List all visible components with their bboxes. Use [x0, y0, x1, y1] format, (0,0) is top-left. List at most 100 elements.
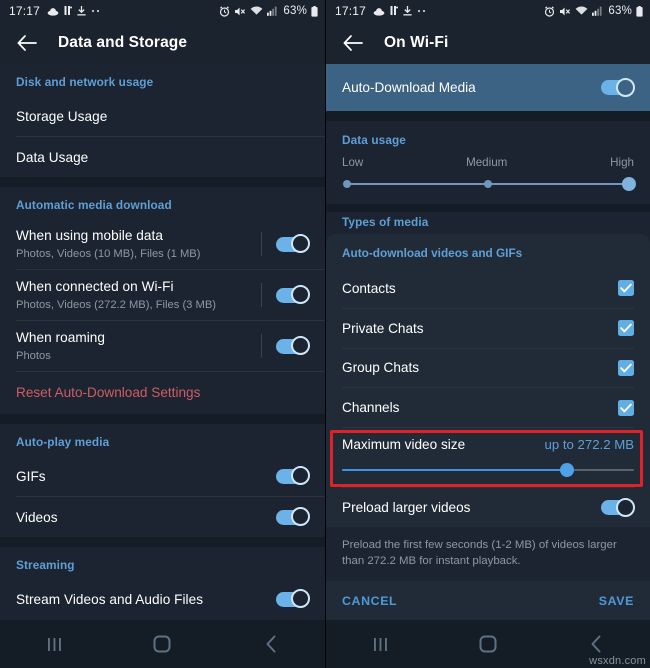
- slider-thumb-high[interactable]: [622, 176, 637, 191]
- toggle-knob: [616, 497, 635, 517]
- slider-tick-medium[interactable]: [484, 179, 492, 188]
- toggle-divider: [261, 334, 262, 358]
- signal-icon: [592, 6, 603, 16]
- row-videos[interactable]: Videos: [0, 497, 325, 537]
- checkbox-channels[interactable]: [618, 399, 634, 416]
- row-stream-videos-audio[interactable]: Stream Videos and Audio Files: [0, 579, 325, 619]
- toggle-mobile-data[interactable]: [276, 234, 310, 253]
- nav-back-icon[interactable]: [241, 627, 301, 661]
- maximum-video-size-row[interactable]: Maximum video size up to 272.2 MB: [326, 428, 650, 488]
- row-title: GIFs: [16, 468, 46, 484]
- row-auto-download-media[interactable]: Auto-Download Media: [326, 64, 650, 112]
- toggle-auto-download-media[interactable]: [601, 77, 635, 97]
- settings-scroll-area-left[interactable]: Disk and network usage Storage Usage Dat…: [0, 64, 325, 620]
- checkbox-label: Channels: [342, 400, 400, 416]
- reset-auto-download-settings-button[interactable]: Reset Auto-Download Settings: [0, 372, 325, 414]
- recents-icon[interactable]: [24, 627, 84, 661]
- tick-label-low: Low: [342, 155, 364, 169]
- home-icon[interactable]: [132, 627, 192, 661]
- maximum-video-size-slider[interactable]: [342, 463, 634, 478]
- battery-percent-label: 63%: [283, 5, 307, 17]
- checkbox-row-contacts[interactable]: Contacts: [326, 269, 650, 308]
- battery-percent-label: 63%: [608, 5, 632, 17]
- section-separator: [0, 537, 325, 547]
- toggle-videos[interactable]: [276, 507, 310, 526]
- row-title: Videos: [16, 509, 58, 525]
- row-subtitle: Photos, Videos (10 MB), Files (1 MB): [16, 248, 201, 260]
- row-title: Preload larger videos: [342, 500, 471, 516]
- toggle-streaming[interactable]: [276, 589, 310, 608]
- toggle-wifi[interactable]: [276, 285, 310, 304]
- row-gifs[interactable]: GIFs: [0, 456, 325, 496]
- toggle-divider: [261, 232, 262, 256]
- row-when-using-mobile-data[interactable]: When using mobile data Photos, Videos (1…: [0, 219, 325, 269]
- tick-label-medium: Medium: [466, 155, 508, 169]
- alarm-icon: [544, 5, 555, 17]
- section-header: Auto-play media: [16, 435, 110, 449]
- data-usage-tick-labels: Low Medium High: [342, 156, 634, 169]
- system-nav-bar-left: [0, 620, 325, 668]
- checkbox-contacts[interactable]: [618, 280, 634, 297]
- section-separator: [326, 111, 650, 121]
- checkbox-row-channels[interactable]: Channels: [326, 388, 650, 427]
- section-header: Streaming: [16, 558, 75, 572]
- checkbox-label: Group Chats: [342, 360, 420, 376]
- toggle-knob: [291, 466, 310, 485]
- status-bar-right-icons: 63%: [219, 5, 318, 17]
- row-when-roaming[interactable]: When roaming Photos: [0, 321, 325, 371]
- system-nav-bar-right: wsxdn.com: [326, 620, 650, 668]
- dialog-action-bar: CANCEL SAVE: [326, 581, 650, 620]
- checkbox-label: Contacts: [342, 280, 396, 296]
- page-title: On Wi-Fi: [384, 34, 449, 51]
- dual-screenshot-container: 17:17 63% Data and Storage Disk and netw…: [0, 0, 650, 668]
- row-data-usage[interactable]: Data Usage: [0, 137, 325, 177]
- row-title: Stream Videos and Audio Files: [16, 591, 204, 607]
- slider-thumb[interactable]: [559, 463, 574, 478]
- row-texts: When connected on Wi-Fi Photos, Videos (…: [16, 270, 261, 320]
- row-title: When roaming: [16, 330, 105, 345]
- paused-icon: [390, 6, 399, 16]
- home-icon[interactable]: [458, 627, 518, 661]
- data-usage-slider[interactable]: [342, 176, 637, 191]
- back-arrow-icon[interactable]: [14, 30, 40, 56]
- row-when-connected-on-wifi[interactable]: When connected on Wi-Fi Photos, Videos (…: [0, 270, 325, 320]
- status-bar-clock: 17:17: [9, 4, 41, 18]
- status-bar-left-icons: [47, 6, 101, 16]
- wifi-icon: [575, 6, 588, 16]
- maximum-video-size-value: up to 272.2 MB: [544, 437, 634, 453]
- checkbox-row-group-chats[interactable]: Group Chats: [326, 349, 650, 388]
- toggle-preload-larger-videos[interactable]: [601, 497, 635, 517]
- section-separator: [0, 414, 325, 424]
- cloud-icon: [47, 7, 59, 16]
- section-auto-play-media: Auto-play media GIFs Videos: [0, 424, 325, 537]
- row-title: Data Usage: [16, 149, 89, 165]
- mute-icon: [234, 6, 246, 17]
- toggle-knob: [616, 77, 635, 97]
- wifi-icon: [250, 6, 263, 16]
- row-storage-usage[interactable]: Storage Usage: [0, 96, 325, 136]
- row-title: Auto-Download Media: [342, 80, 476, 96]
- recents-icon[interactable]: [350, 627, 410, 661]
- watermark-label: wsxdn.com: [589, 655, 646, 667]
- checkbox-row-private-chats[interactable]: Private Chats: [326, 309, 650, 348]
- section-separator: [0, 177, 325, 187]
- preload-description: Preload the first few seconds (1-2 MB) o…: [326, 527, 650, 582]
- checkbox-label: Private Chats: [342, 320, 424, 336]
- checkbox-group-chats[interactable]: [618, 359, 634, 376]
- row-preload-larger-videos[interactable]: Preload larger videos: [326, 488, 650, 527]
- save-button[interactable]: SAVE: [599, 594, 634, 608]
- page-title: Data and Storage: [58, 34, 188, 51]
- toggle-knob: [291, 336, 310, 355]
- slider-track-fill: [342, 469, 567, 472]
- cancel-button[interactable]: CANCEL: [342, 594, 397, 608]
- row-texts: When roaming Photos: [16, 321, 261, 371]
- toggle-knob: [291, 234, 310, 253]
- toggle-roaming[interactable]: [276, 336, 310, 355]
- checkbox-private-chats[interactable]: [618, 320, 634, 337]
- row-texts: Storage Usage: [16, 100, 309, 133]
- slider-tick-low[interactable]: [342, 179, 351, 188]
- toggle-gifs[interactable]: [276, 466, 310, 485]
- app-bar-right: On Wi-Fi: [326, 22, 650, 64]
- section-header: Data usage: [342, 132, 406, 147]
- back-arrow-icon[interactable]: [340, 30, 366, 56]
